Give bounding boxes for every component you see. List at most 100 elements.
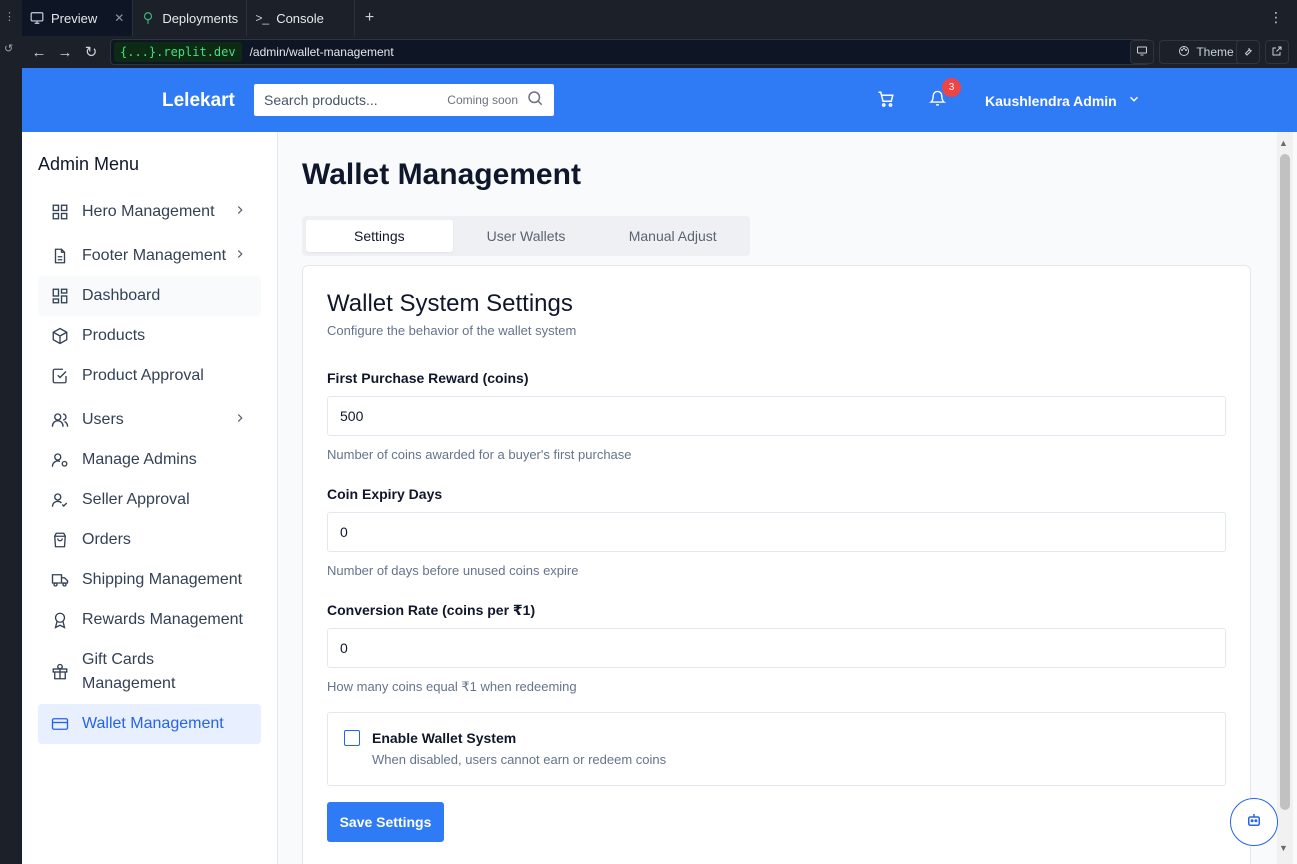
tab-deployments-label: Deployments xyxy=(162,10,239,26)
first-purchase-reward-input[interactable]: 500 xyxy=(327,396,1226,436)
tab-user-wallets[interactable]: User Wallets xyxy=(453,220,600,252)
sidebar-item-label: Wallet Management xyxy=(82,715,224,732)
main-content: Wallet Management Settings User Wallets … xyxy=(279,132,1297,864)
tab-manual-adjust[interactable]: Manual Adjust xyxy=(599,220,746,252)
chevron-right-icon xyxy=(233,203,247,222)
sidebar-item-label: Manage Admins xyxy=(82,451,197,468)
site-header: Lelekart Search products... Coming soon … xyxy=(22,68,1297,132)
conversion-rate-input[interactable]: 0 xyxy=(327,628,1226,668)
sidebar-item-orders[interactable]: Orders xyxy=(38,520,261,560)
new-tab-button[interactable]: + xyxy=(355,9,384,27)
search-icon[interactable] xyxy=(526,89,544,112)
forward-arrow-icon[interactable]: → xyxy=(52,44,78,61)
more-options-icon[interactable]: ⋮ xyxy=(1269,9,1283,26)
settings-tabs: Settings User Wallets Manual Adjust xyxy=(302,216,750,256)
monitor-icon xyxy=(30,11,44,25)
sidebar-item-label: Gift Cards Management xyxy=(82,651,176,692)
sidebar-item-label: Orders xyxy=(82,531,131,548)
enable-wallet-description: When disabled, users cannot earn or rede… xyxy=(372,752,667,767)
tab-preview-label: Preview xyxy=(51,10,98,26)
conversion-rate-hint: How many coins equal ₹1 when redeeming xyxy=(327,679,577,694)
user-name: Kaushlendra Admin xyxy=(985,92,1117,109)
coin-expiry-days-label: Coin Expiry Days xyxy=(327,486,443,502)
tab-console-label: Console xyxy=(276,10,324,26)
scroll-up-icon[interactable]: ▲ xyxy=(1279,138,1288,148)
devtools-button[interactable] xyxy=(1236,40,1260,64)
ide-left-strip: ⋮ ↺ xyxy=(0,0,22,864)
shopping-bag-icon xyxy=(50,530,70,550)
sidebar-item-label: Products xyxy=(82,327,146,344)
sidebar-item-label: Hero Management xyxy=(82,203,215,220)
users-icon xyxy=(50,410,70,430)
back-arrow-icon[interactable]: ← xyxy=(26,44,52,61)
sidebar-item-label: Seller Approval xyxy=(82,491,190,508)
sidebar-item-rewards-management[interactable]: Rewards Management xyxy=(38,600,261,640)
user-menu[interactable]: Kaushlendra Admin xyxy=(985,92,1141,109)
scroll-down-icon[interactable]: ▼ xyxy=(1279,843,1288,853)
assistant-bot-button[interactable] xyxy=(1230,798,1278,846)
package-icon xyxy=(50,326,70,346)
sidebar-item-label: Shipping Management xyxy=(82,571,243,588)
sidebar-item-label: Product Approval xyxy=(82,367,204,384)
open-new-window-button[interactable] xyxy=(1265,40,1289,64)
screen-icon xyxy=(1136,45,1148,60)
enable-wallet-panel: Enable Wallet System When disabled, user… xyxy=(327,712,1226,786)
chevron-right-icon xyxy=(233,411,247,430)
sidebar-title: Admin Menu xyxy=(38,154,140,174)
page-title: Wallet Management xyxy=(302,158,581,191)
sidebar-item-product-approval[interactable]: Product Approval xyxy=(38,356,261,396)
tab-preview[interactable]: Preview ✕ xyxy=(22,0,134,36)
file-text-icon xyxy=(50,246,70,266)
sidebar-item-seller-approval[interactable]: Seller Approval xyxy=(38,480,261,520)
device-toggle-button[interactable] xyxy=(1130,40,1154,64)
card-description: Configure the behavior of the wallet sys… xyxy=(327,323,577,338)
scrollbar-thumb[interactable] xyxy=(1280,154,1290,810)
card-title: Wallet System Settings xyxy=(327,290,573,317)
reload-icon[interactable]: ↻ xyxy=(78,43,104,61)
search-placeholder: Search products... xyxy=(264,92,378,108)
sidebar-item-footer-management[interactable]: Footer Management xyxy=(38,236,261,276)
user-cog-icon xyxy=(50,450,70,470)
sidebar-item-label: Rewards Management xyxy=(82,611,243,628)
sidebar-item-products[interactable]: Products xyxy=(38,316,261,356)
close-icon[interactable]: ✕ xyxy=(114,11,124,25)
sidebar-item-manage-admins[interactable]: Manage Admins xyxy=(38,440,261,480)
tab-settings[interactable]: Settings xyxy=(306,220,453,252)
chevron-down-icon xyxy=(1127,92,1141,109)
sidebar-item-users[interactable]: Users xyxy=(38,400,261,440)
enable-wallet-checkbox[interactable] xyxy=(344,730,360,746)
url-input[interactable]: {...}.replit.dev /admin/wallet-managemen… xyxy=(110,39,1150,65)
enable-wallet-label: Enable Wallet System xyxy=(372,730,517,746)
sidebar-item-dashboard[interactable]: Dashboard xyxy=(38,276,261,316)
sidebar-item-shipping-management[interactable]: Shipping Management xyxy=(38,560,261,600)
sidebar-item-label: Footer Management xyxy=(82,247,227,264)
sidebar-item-label: Dashboard xyxy=(82,287,161,304)
url-path: /admin/wallet-management xyxy=(249,45,394,59)
gift-icon xyxy=(50,662,70,682)
ide-menu-icon[interactable]: ⋮ xyxy=(4,10,15,23)
sidebar-item-gift-cards-management[interactable]: Gift Cards Management xyxy=(38,640,261,704)
first-purchase-reward-hint: Number of coins awarded for a buyer's fi… xyxy=(327,447,632,462)
admin-sidebar: Admin Menu Hero Management Footer Manage… xyxy=(22,132,278,864)
save-settings-button[interactable]: Save Settings xyxy=(327,802,444,842)
search-input[interactable]: Search products... Coming soon xyxy=(254,84,554,116)
check-square-icon xyxy=(50,366,70,386)
app-viewport: Lelekart Search products... Coming soon … xyxy=(22,68,1297,864)
palette-icon xyxy=(1178,45,1190,60)
tab-console[interactable]: >_ Console xyxy=(247,0,355,36)
sidebar-item-wallet-management[interactable]: Wallet Management xyxy=(38,704,261,744)
sidebar-item-hero-management[interactable]: Hero Management xyxy=(38,192,261,232)
award-icon xyxy=(50,610,70,630)
notification-badge: 3 xyxy=(942,78,961,97)
tab-deployments[interactable]: Deployments xyxy=(133,0,248,36)
bot-icon xyxy=(1245,811,1263,834)
ide-history-icon[interactable]: ↺ xyxy=(4,42,13,55)
cart-icon[interactable] xyxy=(877,90,895,113)
credit-card-icon xyxy=(50,714,70,734)
user-check-icon xyxy=(50,490,70,510)
external-link-icon xyxy=(1271,45,1283,60)
coin-expiry-days-input[interactable]: 0 xyxy=(327,512,1226,552)
wrench-icon xyxy=(1242,45,1254,60)
site-logo[interactable]: Lelekart xyxy=(162,90,235,112)
dashboard-icon xyxy=(50,286,70,306)
